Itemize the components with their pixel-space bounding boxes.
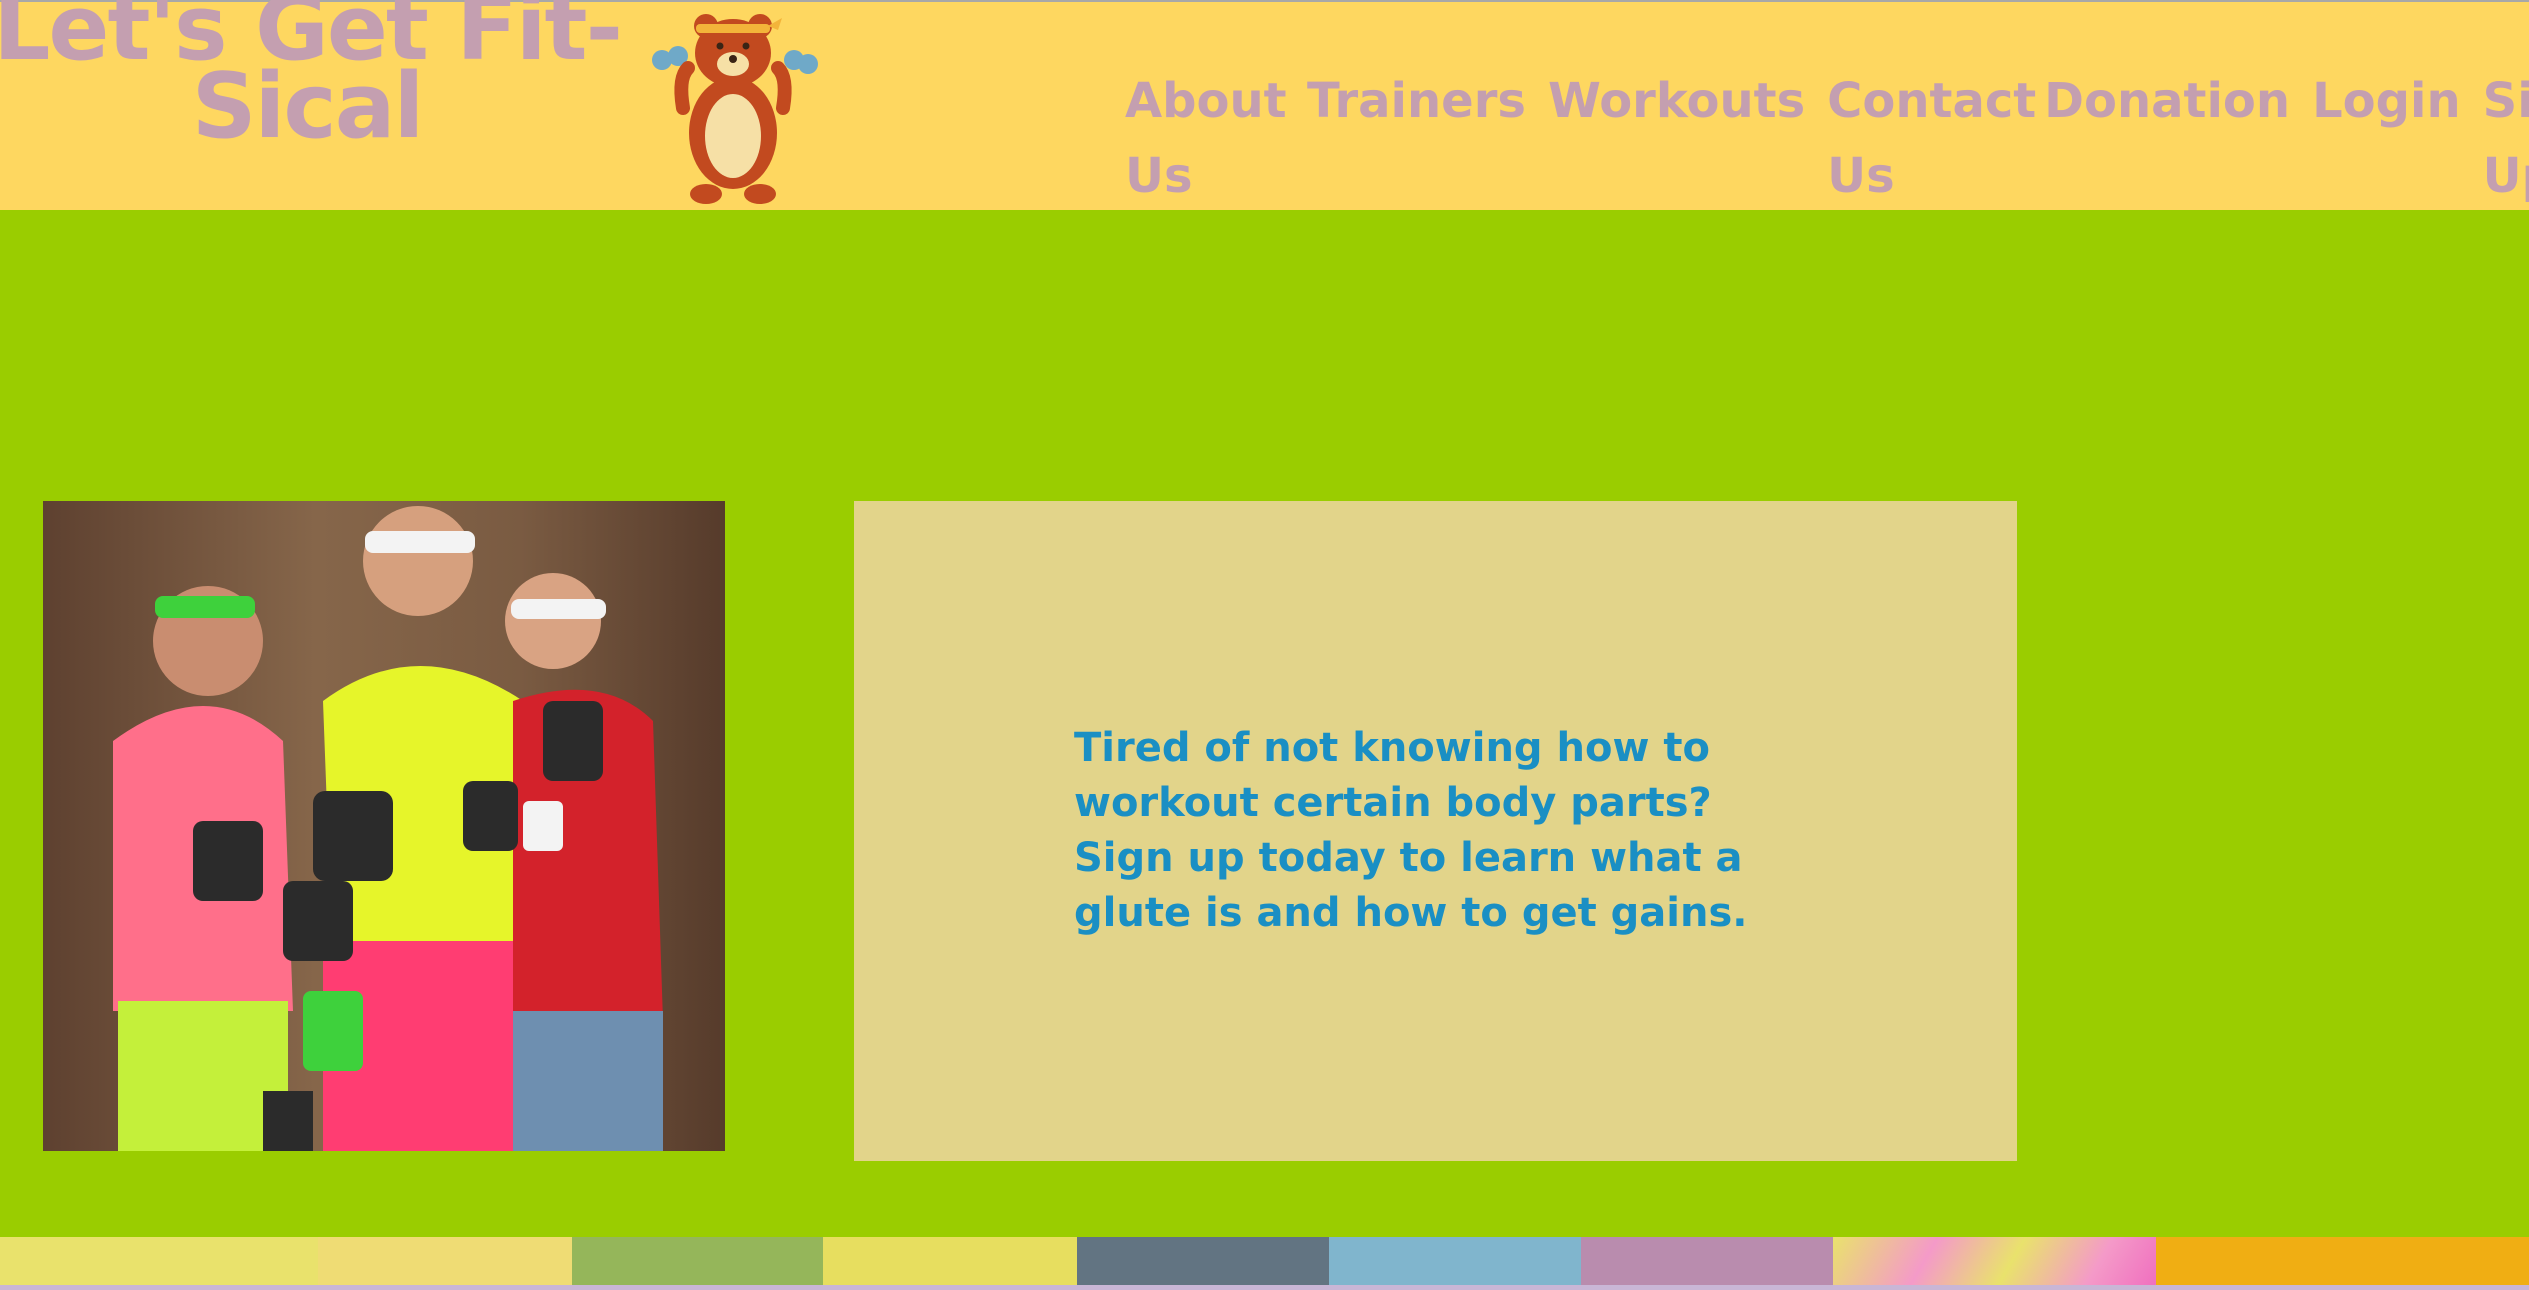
nav-about-us-line2: Us <box>1125 148 1193 204</box>
nav-trainers-label: Trainers <box>1307 73 1526 129</box>
main-navigation: About Us Trainers Workouts Contact Us Do… <box>1125 64 2529 214</box>
nav-about-us-line1: About <box>1125 73 1287 129</box>
nav-donation[interactable]: Donation <box>2044 64 2290 214</box>
promo-box: Tired of not knowing how to workout cert… <box>854 501 2017 1161</box>
left-man-figure <box>113 586 313 1151</box>
palette-swatch <box>1833 1237 2156 1285</box>
palette-swatch <box>1581 1237 1833 1285</box>
page: Let's Get Fit- Sical About Us Trainers W… <box>0 0 2529 1290</box>
nav-workouts-label: Workouts <box>1547 73 1806 129</box>
nav-contact-us[interactable]: Contact Us <box>1827 64 2037 214</box>
palette-swatch <box>2156 1237 2529 1285</box>
bottom-border <box>0 1285 2529 1290</box>
nav-workouts[interactable]: Workouts <box>1548 64 1805 214</box>
color-palette-strip <box>0 1237 2529 1285</box>
nav-trainers[interactable]: Trainers <box>1307 64 1526 214</box>
nav-login[interactable]: Login <box>2312 64 2461 214</box>
palette-swatch <box>1077 1237 1329 1285</box>
site-logo-text[interactable]: Let's Get Fit- Sical <box>0 0 623 152</box>
nav-sign-up-line1: Sign <box>2482 73 2529 129</box>
nav-about-us[interactable]: About Us <box>1125 64 1287 214</box>
hero-photo-illustration <box>113 506 663 1151</box>
nav-sign-up-line2: Up <box>2482 148 2529 204</box>
nav-sign-up[interactable]: Sign Up <box>2483 64 2529 214</box>
palette-swatch <box>572 1237 823 1285</box>
three-fitness-men-with-dumbbells-photo <box>43 501 725 1151</box>
promo-text: Tired of not knowing how to workout cert… <box>1074 725 1748 936</box>
bear-with-dumbbells-icon <box>652 14 818 204</box>
nav-login-label: Login <box>2312 73 2461 129</box>
palette-swatch <box>1329 1237 1581 1285</box>
nav-donation-label: Donation <box>2044 73 2291 129</box>
nav-contact-us-line1: Contact <box>1827 73 2037 129</box>
site-header: Let's Get Fit- Sical About Us Trainers W… <box>0 0 2529 210</box>
palette-swatch <box>318 1237 572 1285</box>
palette-swatch <box>0 1237 318 1285</box>
palette-swatch <box>823 1237 1077 1285</box>
nav-contact-us-line2: Us <box>1827 148 1895 204</box>
